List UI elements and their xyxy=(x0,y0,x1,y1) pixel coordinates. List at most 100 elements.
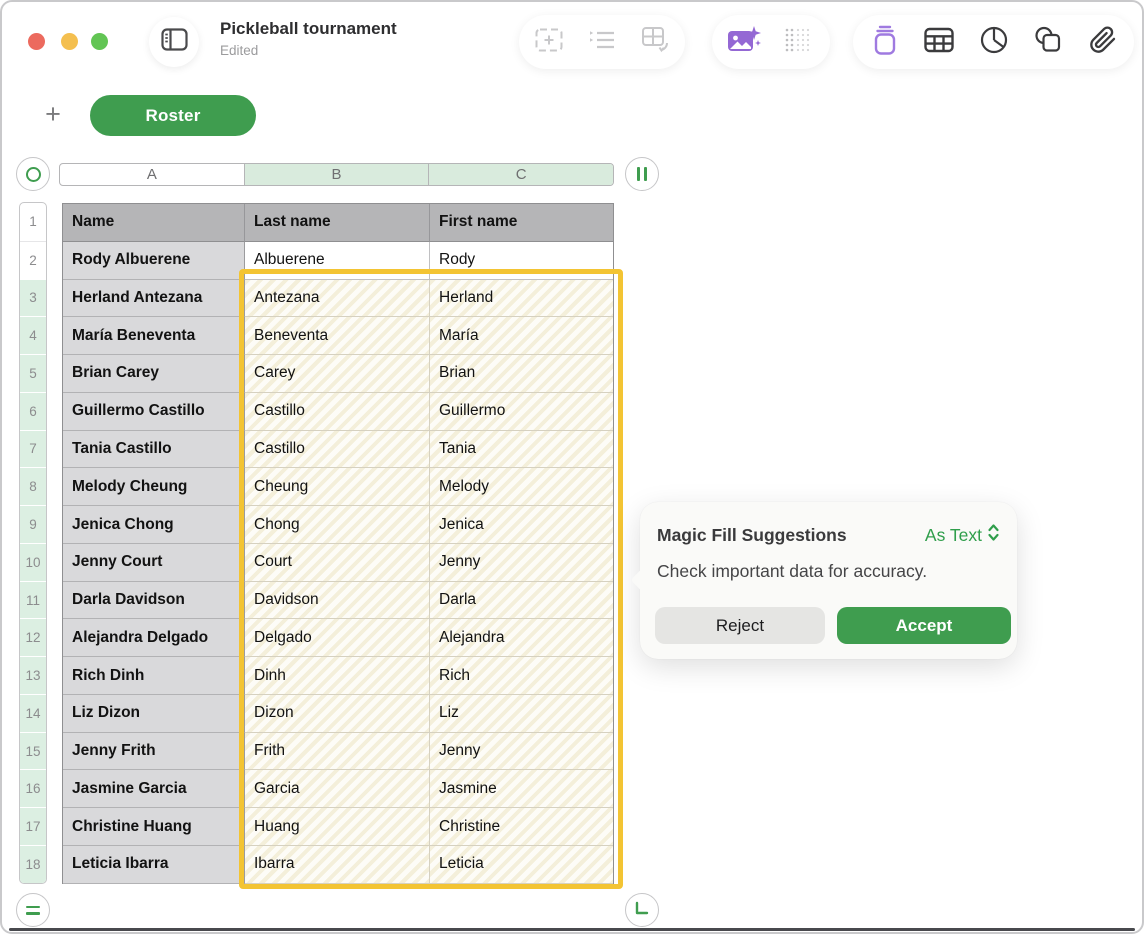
cell-A3[interactable]: Herland Antezana xyxy=(63,280,245,318)
close-window-button[interactable] xyxy=(28,33,45,50)
cell-C3[interactable]: Herland xyxy=(430,280,613,318)
cell-C14[interactable]: Liz xyxy=(430,695,613,733)
cell-A16[interactable]: Jasmine Garcia xyxy=(63,770,245,808)
row-number-10[interactable]: 10 xyxy=(20,543,46,581)
cell-A10[interactable]: Jenny Court xyxy=(63,544,245,582)
cell-C6[interactable]: Guillermo xyxy=(430,393,613,431)
add-sheet-button[interactable]: + xyxy=(38,97,68,131)
cell-C9[interactable]: Jenica xyxy=(430,506,613,544)
table-resize-handle[interactable] xyxy=(625,893,659,927)
row-number-2[interactable]: 2 xyxy=(20,241,46,279)
insert-shape-button[interactable] xyxy=(1025,19,1071,65)
insert-chart-icon xyxy=(980,26,1008,59)
row-number-18[interactable]: 18 xyxy=(20,845,46,883)
cell-A6[interactable]: Guillermo Castillo xyxy=(63,393,245,431)
row-number-17[interactable]: 17 xyxy=(20,807,46,845)
sidebar-toggle-button[interactable] xyxy=(149,17,199,67)
cell-C11[interactable]: Darla xyxy=(430,582,613,620)
cell-B1[interactable]: Last name xyxy=(245,204,430,242)
row-number-6[interactable]: 6 xyxy=(20,392,46,430)
cell-B17[interactable]: Huang xyxy=(245,808,430,846)
row-number-12[interactable]: 12 xyxy=(20,618,46,656)
cell-C4[interactable]: María xyxy=(430,317,613,355)
row-number-15[interactable]: 15 xyxy=(20,732,46,770)
magic-jar-button[interactable] xyxy=(862,19,908,65)
column-header-a[interactable]: A xyxy=(60,164,244,185)
cell-C18[interactable]: Leticia xyxy=(430,846,613,884)
cell-A14[interactable]: Liz Dizon xyxy=(63,695,245,733)
row-number-8[interactable]: 8 xyxy=(20,467,46,505)
cell-C12[interactable]: Alejandra xyxy=(430,619,613,657)
row-number-1[interactable]: 1 xyxy=(20,203,46,241)
column-header-c[interactable]: C xyxy=(428,164,613,185)
cell-A12[interactable]: Alejandra Delgado xyxy=(63,619,245,657)
format-selector[interactable]: As Text xyxy=(925,523,1000,547)
column-header-b[interactable]: B xyxy=(244,164,429,185)
insert-chart-button[interactable] xyxy=(971,19,1017,65)
row-number-14[interactable]: 14 xyxy=(20,694,46,732)
cell-B11[interactable]: Davidson xyxy=(245,582,430,620)
table-select-handle[interactable] xyxy=(16,157,50,191)
cell-A7[interactable]: Tania Castillo xyxy=(63,431,245,469)
insert-table-button[interactable] xyxy=(916,19,962,65)
row-number-5[interactable]: 5 xyxy=(20,354,46,392)
cell-B5[interactable]: Carey xyxy=(245,355,430,393)
row-number-11[interactable]: 11 xyxy=(20,581,46,619)
cell-B13[interactable]: Dinh xyxy=(245,657,430,695)
cell-B16[interactable]: Garcia xyxy=(245,770,430,808)
transpose-table-button[interactable] xyxy=(632,19,678,65)
cell-B6[interactable]: Castillo xyxy=(245,393,430,431)
cell-B12[interactable]: Delgado xyxy=(245,619,430,657)
cell-B10[interactable]: Court xyxy=(245,544,430,582)
attachment-button[interactable] xyxy=(1080,19,1126,65)
cell-B2[interactable]: Albuerene xyxy=(245,242,430,280)
cell-A4[interactable]: María Beneventa xyxy=(63,317,245,355)
cell-C2[interactable]: Rody xyxy=(430,242,613,280)
cell-A13[interactable]: Rich Dinh xyxy=(63,657,245,695)
cell-C13[interactable]: Rich xyxy=(430,657,613,695)
outline-list-button[interactable] xyxy=(579,19,625,65)
cell-A17[interactable]: Christine Huang xyxy=(63,808,245,846)
cell-B14[interactable]: Dizon xyxy=(245,695,430,733)
cell-B9[interactable]: Chong xyxy=(245,506,430,544)
row-number-4[interactable]: 4 xyxy=(20,316,46,354)
row-number-13[interactable]: 13 xyxy=(20,656,46,694)
minimize-window-button[interactable] xyxy=(61,33,78,50)
cell-C8[interactable]: Melody xyxy=(430,468,613,506)
toolbar-group-insert-objects xyxy=(853,15,1134,69)
cell-A1[interactable]: Name xyxy=(63,204,245,242)
accept-button[interactable]: Accept xyxy=(837,607,1011,644)
cell-A18[interactable]: Leticia Ibarra xyxy=(63,846,245,884)
cell-C17[interactable]: Christine xyxy=(430,808,613,846)
cell-B3[interactable]: Antezana xyxy=(245,280,430,318)
zoom-window-button[interactable] xyxy=(91,33,108,50)
cell-C16[interactable]: Jasmine xyxy=(430,770,613,808)
cell-A9[interactable]: Jenica Chong xyxy=(63,506,245,544)
cell-B7[interactable]: Castillo xyxy=(245,431,430,469)
dots-grid-button[interactable] xyxy=(775,19,821,65)
cell-C15[interactable]: Jenny xyxy=(430,733,613,771)
cell-C5[interactable]: Brian xyxy=(430,355,613,393)
cell-A15[interactable]: Jenny Frith xyxy=(63,733,245,771)
magic-image-button[interactable] xyxy=(721,19,767,65)
row-number-3[interactable]: 3 xyxy=(20,279,46,317)
cell-C10[interactable]: Jenny xyxy=(430,544,613,582)
cell-B15[interactable]: Frith xyxy=(245,733,430,771)
cell-A8[interactable]: Melody Cheung xyxy=(63,468,245,506)
cell-C1[interactable]: First name xyxy=(430,204,613,242)
row-number-16[interactable]: 16 xyxy=(20,769,46,807)
cell-B8[interactable]: Cheung xyxy=(245,468,430,506)
cell-A5[interactable]: Brian Carey xyxy=(63,355,245,393)
column-resize-handle[interactable] xyxy=(625,157,659,191)
cell-B4[interactable]: Beneventa xyxy=(245,317,430,355)
cell-A11[interactable]: Darla Davidson xyxy=(63,582,245,620)
insert-category-button[interactable] xyxy=(526,19,572,65)
reject-button[interactable]: Reject xyxy=(655,607,825,644)
row-number-9[interactable]: 9 xyxy=(20,505,46,543)
cell-A2[interactable]: Rody Albuerene xyxy=(63,242,245,280)
add-row-handle[interactable] xyxy=(16,893,50,927)
cell-C7[interactable]: Tania xyxy=(430,431,613,469)
sheet-tab-roster[interactable]: Roster xyxy=(90,95,256,136)
cell-B18[interactable]: Ibarra xyxy=(245,846,430,884)
row-number-7[interactable]: 7 xyxy=(20,430,46,468)
